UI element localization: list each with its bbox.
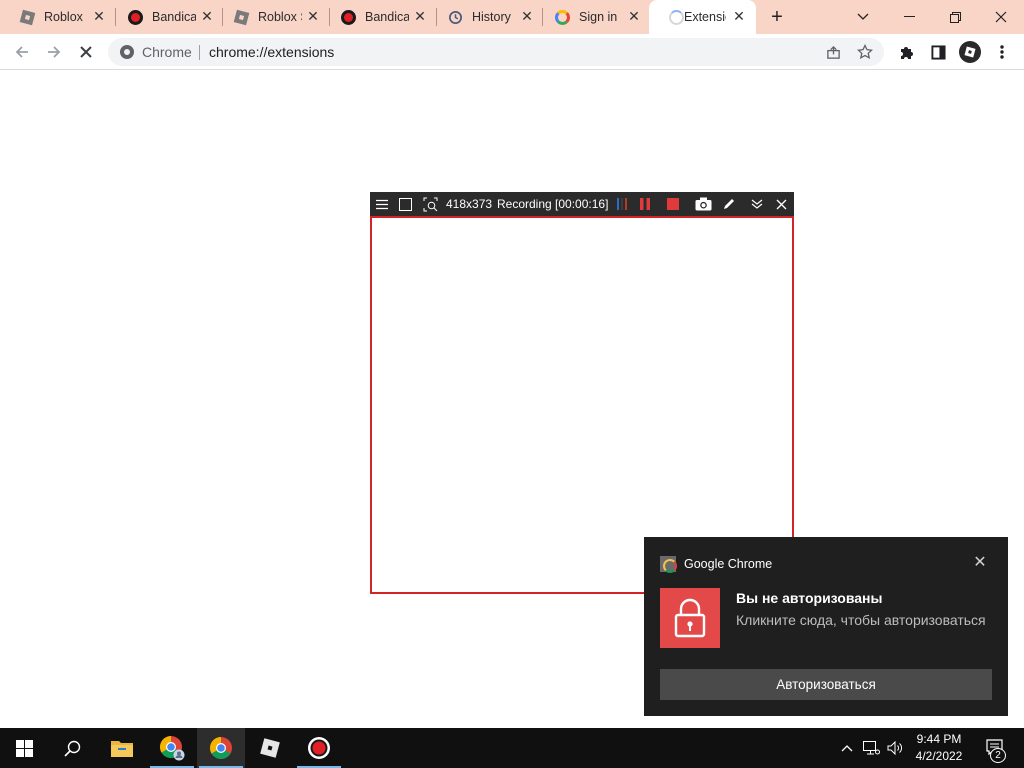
notification-count-badge: 2 (990, 748, 1006, 763)
close-recorder-icon[interactable] (774, 196, 788, 212)
stop-icon[interactable] (666, 196, 680, 212)
tab-history[interactable]: History ✕ (428, 0, 544, 34)
windows-start-icon[interactable] (0, 728, 48, 768)
file-explorer-icon[interactable] (98, 728, 146, 768)
chrome-app-icon (660, 556, 677, 573)
tab-strip: Roblox ✕ Bandicam ✕ Roblox Studio ✕ Band… (0, 0, 1024, 34)
back-icon[interactable] (8, 39, 36, 65)
recording-resolution: 418x373 (446, 197, 493, 211)
browser-toolbar: Chrome chrome://extensions (0, 34, 1024, 70)
bandicam-icon (341, 10, 356, 25)
tab-search-chevron-icon[interactable] (840, 0, 886, 34)
notification-body: Кликните сюда, чтобы авторизоваться (736, 612, 986, 628)
url-text[interactable]: chrome://extensions (209, 44, 334, 60)
clock-time: 9:44 PM (916, 732, 962, 746)
chrome-icon (120, 45, 134, 59)
tab-roblox[interactable]: Roblox ✕ (0, 0, 116, 34)
roblox-icon (19, 9, 36, 26)
chrome-user-icon[interactable] (148, 728, 196, 768)
tab-close-icon[interactable]: ✕ (306, 9, 320, 23)
windows-taskbar: 9:44 PM 4/2/2022 2 (0, 728, 1024, 768)
region-select-icon[interactable] (422, 196, 438, 212)
audio-level-icon (615, 196, 629, 212)
bandicam-icon[interactable] (295, 728, 343, 768)
notification-toast[interactable]: Google Chrome ✕ Вы не авторизованы Кликн… (644, 537, 1008, 716)
extensions-puzzle-icon[interactable] (894, 40, 918, 64)
roblox-icon[interactable] (246, 728, 294, 768)
forward-icon[interactable] (40, 39, 68, 65)
bandicam-icon (128, 10, 143, 25)
tab-extensions[interactable]: Extensions ✕ (649, 0, 756, 34)
tab-roblox-studio[interactable]: Roblox Studio ✕ (214, 0, 330, 34)
menu-icon[interactable] (376, 196, 388, 212)
fullscreen-mode-icon[interactable] (398, 196, 412, 212)
google-icon (555, 10, 570, 25)
address-bar[interactable]: Chrome chrome://extensions (108, 38, 884, 66)
close-window-icon[interactable] (978, 0, 1024, 34)
restore-icon[interactable] (932, 0, 978, 34)
new-tab-button[interactable]: + (766, 6, 788, 28)
tab-title: Bandicam (365, 10, 409, 24)
network-icon[interactable] (862, 739, 880, 757)
share-icon[interactable] (824, 43, 842, 61)
roblox-icon (233, 9, 250, 26)
tab-title: Sign in (579, 10, 618, 24)
omnibox-divider (199, 45, 200, 60)
site-label: Chrome (142, 44, 192, 60)
profile-avatar[interactable] (958, 40, 982, 64)
history-icon (448, 10, 463, 25)
tab-close-icon[interactable]: ✕ (200, 9, 214, 23)
show-hidden-icons-chevron-icon[interactable] (838, 739, 856, 757)
minimize-icon[interactable] (886, 0, 932, 34)
volume-icon[interactable] (886, 739, 904, 757)
tab-bandicam[interactable]: Bandicam ✕ (108, 0, 224, 34)
tab-bandicam-2[interactable]: Bandicam ✕ (321, 0, 437, 34)
clock-date: 4/2/2022 (915, 749, 963, 763)
draw-pencil-icon[interactable] (721, 196, 737, 212)
tab-title: Roblox (44, 10, 83, 24)
tab-close-icon[interactable]: ✕ (92, 9, 106, 23)
tab-close-icon[interactable]: ✕ (732, 9, 746, 23)
tab-close-icon[interactable]: ✕ (520, 9, 534, 23)
lock-icon (660, 588, 720, 648)
tab-close-icon[interactable]: ✕ (413, 9, 427, 23)
chrome-icon[interactable] (197, 728, 245, 768)
screenshot-camera-icon[interactable] (694, 196, 712, 212)
notification-app-name: Google Chrome (684, 557, 773, 571)
loading-spinner-icon (669, 10, 684, 25)
authorize-button[interactable]: Авторизоваться (660, 669, 992, 700)
system-clock[interactable]: 9:44 PM 4/2/2022 (908, 731, 970, 765)
tab-title: History (472, 10, 511, 24)
stop-loading-icon[interactable] (72, 39, 100, 65)
tab-close-icon[interactable]: ✕ (627, 9, 641, 23)
notification-title: Вы не авторизованы (736, 590, 883, 606)
search-icon[interactable] (48, 728, 96, 768)
notification-close-icon[interactable]: ✕ (971, 554, 989, 572)
pause-icon[interactable] (638, 196, 652, 212)
tab-sign-in[interactable]: Sign in ✕ (535, 0, 651, 34)
collapse-chevron-icon[interactable] (750, 196, 764, 212)
recorder-toolbar: 418x373 Recording [00:00:16] (370, 192, 794, 216)
recording-status: Recording [00:00:16] (497, 197, 609, 211)
bookmark-star-icon[interactable] (856, 43, 874, 61)
side-panel-icon[interactable] (926, 40, 950, 64)
tab-title: Extensions (684, 10, 726, 24)
tab-title: Bandicam (152, 10, 196, 24)
more-menu-icon[interactable] (990, 40, 1014, 64)
tab-title: Roblox Studio (258, 10, 302, 24)
